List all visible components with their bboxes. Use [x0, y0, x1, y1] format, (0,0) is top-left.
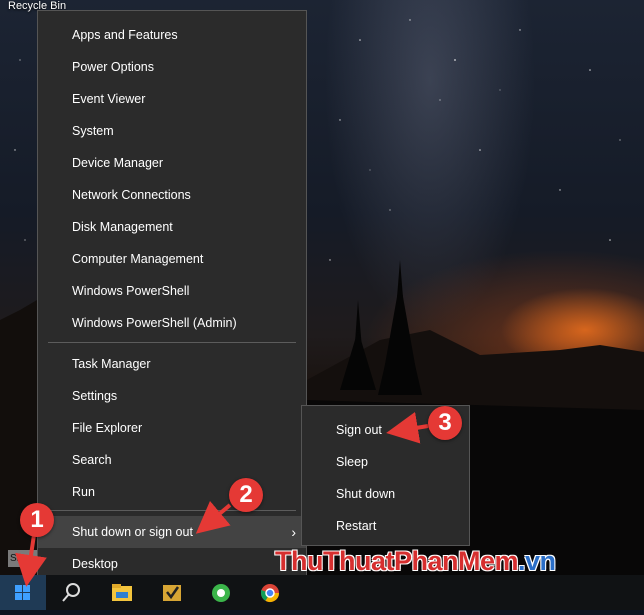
step-badge-3: 3	[428, 406, 462, 440]
step-badge-1: 1	[20, 503, 54, 537]
watermark-logo: ThuThuatPhanMem.vn	[275, 546, 556, 577]
watermark-part-1: ThuThuat	[275, 546, 394, 576]
arrow-step-1	[15, 534, 47, 587]
arrow-step-2	[195, 500, 232, 534]
arrow-step-3	[386, 411, 429, 444]
annotation-arrows	[15, 411, 429, 587]
step-badge-2: 2	[229, 478, 263, 512]
watermark-part-3: .vn	[518, 546, 556, 576]
watermark-part-2: PhanMem	[393, 546, 519, 576]
